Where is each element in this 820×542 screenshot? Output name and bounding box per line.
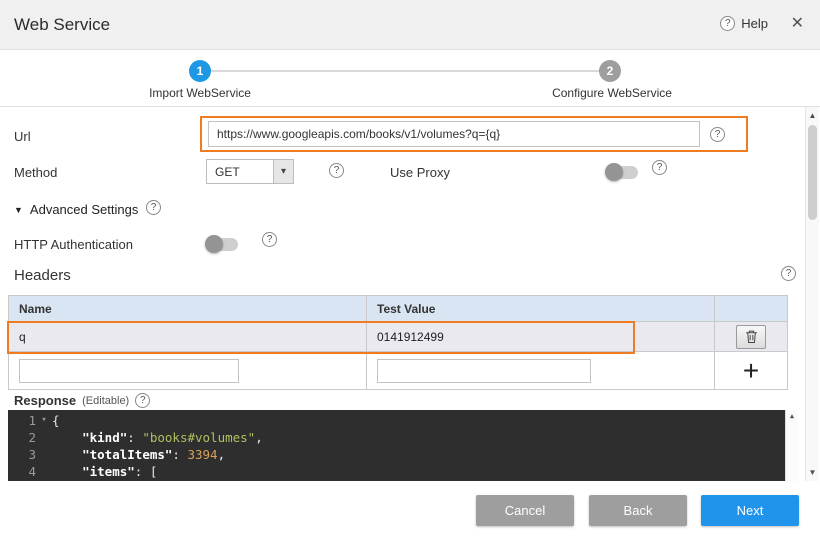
scroll-thumb[interactable] (808, 125, 817, 220)
main-scrollbar[interactable]: ▲ ▼ (805, 107, 819, 481)
table-header-row: Name Test Value (9, 296, 787, 322)
step-2-circle[interactable]: 2 (599, 60, 621, 82)
editable-note: (Editable) (82, 395, 129, 407)
help-button[interactable]: ? Help (720, 16, 768, 31)
annotation-highlight-url: ? (200, 116, 748, 152)
chevron-down-icon[interactable]: ▾ (273, 160, 293, 183)
use-proxy-label: Use Proxy (390, 165, 450, 180)
code-text: "kind": "books#volumes", (52, 429, 263, 446)
advanced-settings-toggle[interactable]: ▼ Advanced Settings (14, 202, 138, 217)
toggle-knob (605, 163, 623, 181)
scroll-up-icon[interactable]: ▲ (806, 111, 819, 120)
code-text: "totalItems": 3394, (52, 446, 225, 463)
step-connector (200, 70, 610, 72)
table-row[interactable]: q 0141912499 (9, 322, 787, 352)
delete-row-button[interactable] (736, 325, 766, 349)
fold-spacer (36, 463, 52, 480)
advanced-settings-label: Advanced Settings (30, 202, 138, 217)
method-label: Method (14, 165, 57, 180)
response-header: Response (Editable) ? (14, 393, 150, 408)
scroll-down-icon[interactable]: ▼ (806, 468, 819, 477)
column-header-actions (715, 296, 787, 321)
step-1-label: Import WebService (125, 86, 275, 100)
line-number: 2 (8, 429, 36, 446)
footer: Cancel Back Next (0, 490, 820, 542)
new-row: + (9, 352, 787, 389)
fold-arrow-icon[interactable]: ▾ (36, 412, 52, 429)
fold-spacer (36, 429, 52, 446)
column-header-name: Name (9, 296, 367, 321)
method-value: GET (215, 165, 240, 179)
advanced-settings-help-icon[interactable]: ? (146, 200, 161, 215)
code-line[interactable]: 2 "kind": "books#volumes", (8, 429, 798, 446)
editor-scroll-up-icon[interactable]: ▲ (786, 412, 798, 420)
http-auth-toggle[interactable] (206, 238, 238, 251)
url-label: Url (14, 129, 31, 144)
line-number: 1 (8, 412, 36, 429)
editor-scrollbar[interactable]: ▲ (785, 410, 798, 481)
trash-icon (745, 329, 758, 344)
header-name-cell[interactable]: q (9, 322, 367, 351)
use-proxy-toggle[interactable] (606, 166, 638, 179)
response-code-editor[interactable]: 1▾{2 "kind": "books#volumes",3 "totalIte… (8, 410, 798, 481)
code-line[interactable]: 1▾{ (8, 412, 798, 429)
step-1-circle[interactable]: 1 (189, 60, 211, 82)
toggle-knob (205, 235, 223, 253)
step-2-label: Configure WebService (537, 86, 687, 100)
headers-table: Name Test Value q 0141912499 (8, 295, 788, 390)
line-number: 4 (8, 463, 36, 480)
header-value-cell[interactable]: 0141912499 (367, 322, 715, 351)
stepper: 1 Import WebService 2 Configure WebServi… (0, 50, 820, 107)
url-help-icon[interactable]: ? (710, 127, 725, 142)
headers-title: Headers (14, 267, 71, 284)
collapse-arrow-icon: ▼ (14, 205, 23, 215)
close-icon[interactable]: ✕ (791, 14, 804, 34)
cancel-button[interactable]: Cancel (476, 495, 574, 526)
web-service-dialog: Web Service ? Help ✕ 1 Import WebService… (0, 0, 820, 542)
response-label: Response (14, 393, 76, 408)
headers-help-icon[interactable]: ? (781, 266, 796, 281)
response-help-icon[interactable]: ? (135, 393, 150, 408)
column-header-test-value: Test Value (367, 296, 715, 321)
fold-spacer (36, 446, 52, 463)
add-row-button[interactable]: + (743, 357, 759, 385)
code-line[interactable]: 4 "items": [ (8, 463, 798, 480)
help-icon[interactable]: ? (720, 16, 735, 31)
method-help-icon[interactable]: ? (329, 163, 344, 178)
window-title: Web Service (14, 15, 110, 35)
code-lines: 1▾{2 "kind": "books#volumes",3 "totalIte… (8, 410, 798, 480)
help-label[interactable]: Help (741, 16, 768, 31)
code-line[interactable]: 3 "totalItems": 3394, (8, 446, 798, 463)
new-header-name-input[interactable] (19, 359, 239, 383)
next-button[interactable]: Next (701, 495, 799, 526)
code-text: "items": [ (52, 463, 157, 480)
url-input[interactable] (208, 121, 700, 147)
http-auth-help-icon[interactable]: ? (262, 232, 277, 247)
code-text: { (52, 412, 60, 429)
back-button[interactable]: Back (589, 495, 687, 526)
method-dropdown[interactable]: GET ▾ (206, 159, 294, 184)
new-header-value-input[interactable] (377, 359, 591, 383)
line-number: 3 (8, 446, 36, 463)
title-bar: Web Service ? Help ✕ (0, 0, 820, 50)
use-proxy-help-icon[interactable]: ? (652, 160, 667, 175)
http-auth-label: HTTP Authentication (14, 237, 133, 252)
